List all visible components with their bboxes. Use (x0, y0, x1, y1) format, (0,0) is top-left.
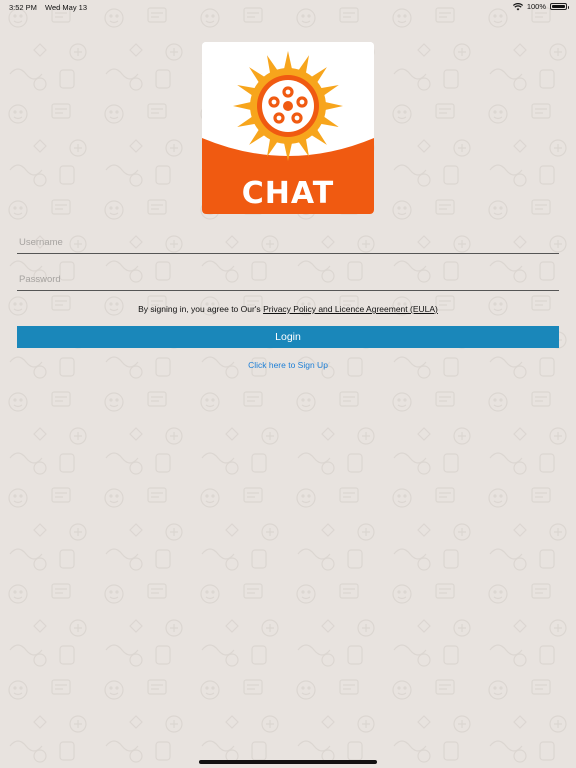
wifi-icon (512, 2, 523, 10)
privacy-policy-link[interactable]: Privacy Policy and Licence Agreement (EU… (263, 304, 438, 314)
password-field[interactable] (17, 269, 559, 291)
login-button[interactable]: Login (17, 326, 559, 348)
status-bar: 3:52 PM Wed May 13 100% (0, 0, 576, 14)
battery-fill (552, 5, 565, 8)
home-indicator (199, 760, 377, 764)
battery-icon (550, 3, 569, 10)
terms-text: By signing in, you agree to Our's Privac… (0, 304, 576, 314)
status-time: 3:52 PM (9, 3, 37, 12)
app-logo: CHAT (202, 42, 374, 214)
battery-percent: 100% (526, 2, 546, 11)
status-date: Wed May 13 (45, 3, 87, 12)
status-left: 3:52 PM Wed May 13 (9, 3, 93, 12)
logo-text: CHAT (241, 176, 335, 211)
terms-prefix: By signing in, you agree to Our's (138, 304, 264, 314)
status-right: 100% (512, 2, 569, 11)
username-field[interactable] (17, 232, 559, 254)
signup-link[interactable]: Click here to Sign Up (0, 360, 576, 370)
